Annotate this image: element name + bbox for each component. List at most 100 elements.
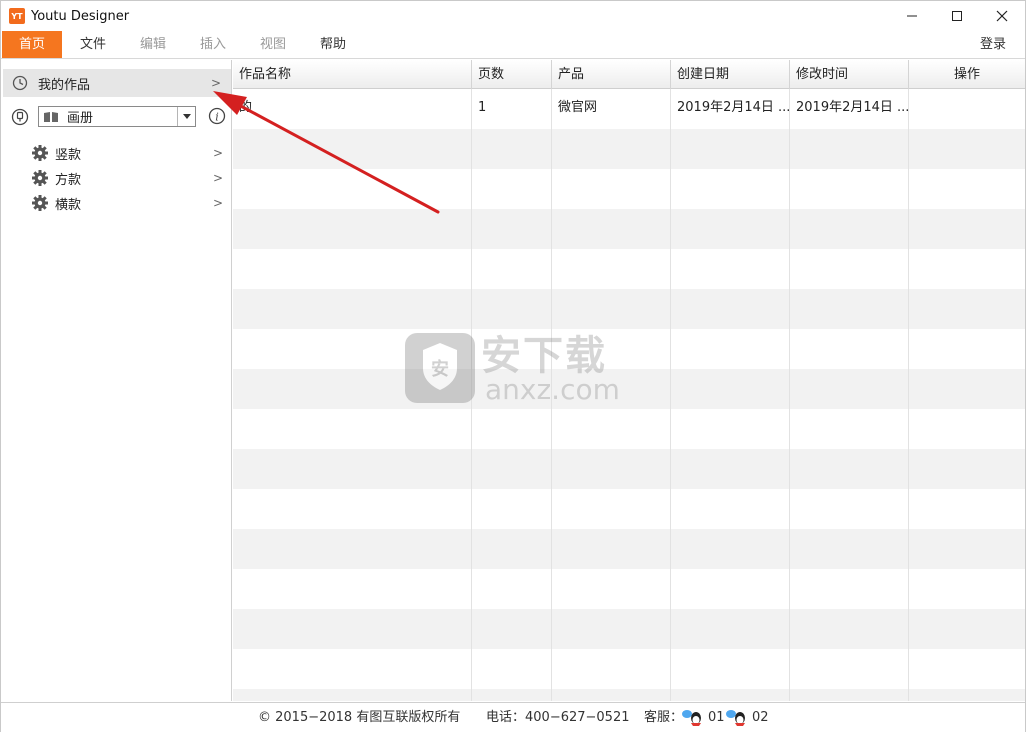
table-row-empty xyxy=(233,449,1025,489)
cell-name: 的 xyxy=(233,89,472,129)
watermark-text-en: anxz.com xyxy=(485,373,620,406)
qq-icon[interactable] xyxy=(725,709,749,727)
table-cell-empty xyxy=(233,489,472,529)
cell-product: 微官网 xyxy=(552,89,671,129)
gear-icon xyxy=(32,145,48,161)
table-cell-empty xyxy=(790,649,909,689)
table-cell-empty xyxy=(671,209,790,249)
type-select-value: 画册 xyxy=(67,111,94,126)
minimize-button[interactable] xyxy=(889,1,935,31)
table-cell-empty xyxy=(671,449,790,489)
table-cell-empty xyxy=(790,289,909,329)
table-cell-empty xyxy=(233,609,472,649)
table-cell-empty xyxy=(472,489,552,529)
table-cell-empty xyxy=(671,489,790,529)
table-cell-empty xyxy=(909,169,1025,209)
table-cell-empty xyxy=(472,449,552,489)
table-row-empty xyxy=(233,609,1025,649)
table-cell-empty xyxy=(552,489,671,529)
column-header-name[interactable]: 作品名称 xyxy=(233,60,472,89)
category-label: 横款 xyxy=(55,197,82,213)
table-cell-empty xyxy=(790,249,909,289)
column-header-product[interactable]: 产品 xyxy=(552,60,671,89)
sidebar-item-horizontal[interactable]: 横款 > xyxy=(31,191,227,215)
close-icon xyxy=(996,10,1008,22)
badge-icon[interactable] xyxy=(11,108,29,126)
table-cell-empty xyxy=(790,529,909,569)
column-header-pages[interactable]: 页数 xyxy=(472,60,552,89)
table-cell-empty xyxy=(552,689,671,701)
menu-file[interactable]: 文件 xyxy=(67,31,119,58)
table-cell-empty xyxy=(909,249,1025,289)
menu-insert[interactable]: 插入 xyxy=(187,31,239,58)
close-button[interactable] xyxy=(979,1,1025,31)
maximize-button[interactable] xyxy=(934,1,980,31)
table-cell-empty xyxy=(233,449,472,489)
gear-icon xyxy=(32,170,48,186)
sidebar-item-square[interactable]: 方款 > xyxy=(31,166,227,190)
phone-text: 电话：400−627−0521 xyxy=(486,710,630,725)
table-row-empty xyxy=(233,529,1025,569)
table-cell-empty xyxy=(552,609,671,649)
table-cell-empty xyxy=(472,129,552,169)
table-cell-empty xyxy=(790,169,909,209)
table-row-empty xyxy=(233,249,1025,289)
minimize-icon xyxy=(907,15,917,17)
column-header-actions: 操作 xyxy=(953,67,980,82)
table-cell-empty xyxy=(552,169,671,209)
maximize-icon xyxy=(952,11,962,21)
app-window: YT Youtu Designer 首页 文件 编辑 插入 视图 帮助 登录 我… xyxy=(0,0,1026,732)
menu-edit[interactable]: 编辑 xyxy=(127,31,179,58)
login-button[interactable]: 登录 xyxy=(967,31,1019,58)
menu-view[interactable]: 视图 xyxy=(247,31,299,58)
menu-help[interactable]: 帮助 xyxy=(307,31,359,58)
table-cell-empty xyxy=(552,569,671,609)
info-icon[interactable]: i xyxy=(208,107,226,125)
cell-pages: 1 xyxy=(472,89,552,129)
qq-icon[interactable] xyxy=(681,709,705,727)
table-cell-empty xyxy=(909,449,1025,489)
table-cell-empty xyxy=(472,249,552,289)
cell-actions xyxy=(909,89,1025,129)
table-cell-empty xyxy=(909,529,1025,569)
table-cell-empty xyxy=(909,409,1025,449)
table-cell-empty xyxy=(790,209,909,249)
table-row[interactable]: 的 1 微官网 2019年2月14日 ... 2019年2月14日 ... xyxy=(233,89,1025,129)
table-cell-empty xyxy=(909,489,1025,529)
cell-created: 2019年2月14日 ... xyxy=(671,89,790,129)
table-row-empty xyxy=(233,169,1025,209)
table-cell-empty xyxy=(552,209,671,249)
table-cell-empty xyxy=(909,209,1025,249)
qq-service-1[interactable]: 01 xyxy=(708,703,725,732)
category-label: 竖款 xyxy=(55,147,82,163)
table-cell-empty xyxy=(233,209,472,249)
svg-text:安: 安 xyxy=(431,358,449,380)
table-cell-empty xyxy=(552,249,671,289)
column-header-modified[interactable]: 修改时间 xyxy=(790,60,909,89)
table-cell-empty xyxy=(233,129,472,169)
table-cell-empty xyxy=(233,689,472,701)
table-row-empty xyxy=(233,489,1025,529)
table-cell-empty xyxy=(790,609,909,649)
gear-icon xyxy=(32,195,48,211)
sidebar-item-my-works[interactable]: 我的作品 > xyxy=(3,69,231,97)
sidebar-item-vertical[interactable]: 竖款 > xyxy=(31,141,227,165)
table-cell-empty xyxy=(671,609,790,649)
table-cell-empty xyxy=(472,689,552,701)
table-cell-empty xyxy=(671,649,790,689)
table-cell-empty xyxy=(790,449,909,489)
column-header-created[interactable]: 创建日期 xyxy=(671,60,790,89)
my-works-label: 我的作品 xyxy=(38,77,91,93)
table-cell-empty xyxy=(472,209,552,249)
qq-service-2[interactable]: 02 xyxy=(752,703,769,732)
chevron-right-icon: > xyxy=(212,171,223,185)
table-cell-empty xyxy=(671,369,790,409)
type-select[interactable]: 画册 xyxy=(38,106,196,127)
chevron-right-icon: > xyxy=(210,76,221,90)
shield-icon: 安 xyxy=(405,333,475,403)
table-cell-empty xyxy=(671,169,790,209)
table-row-empty xyxy=(233,569,1025,609)
menu-home[interactable]: 首页 xyxy=(2,31,62,58)
chevron-down-icon[interactable] xyxy=(177,107,195,126)
table-cell-empty xyxy=(790,129,909,169)
